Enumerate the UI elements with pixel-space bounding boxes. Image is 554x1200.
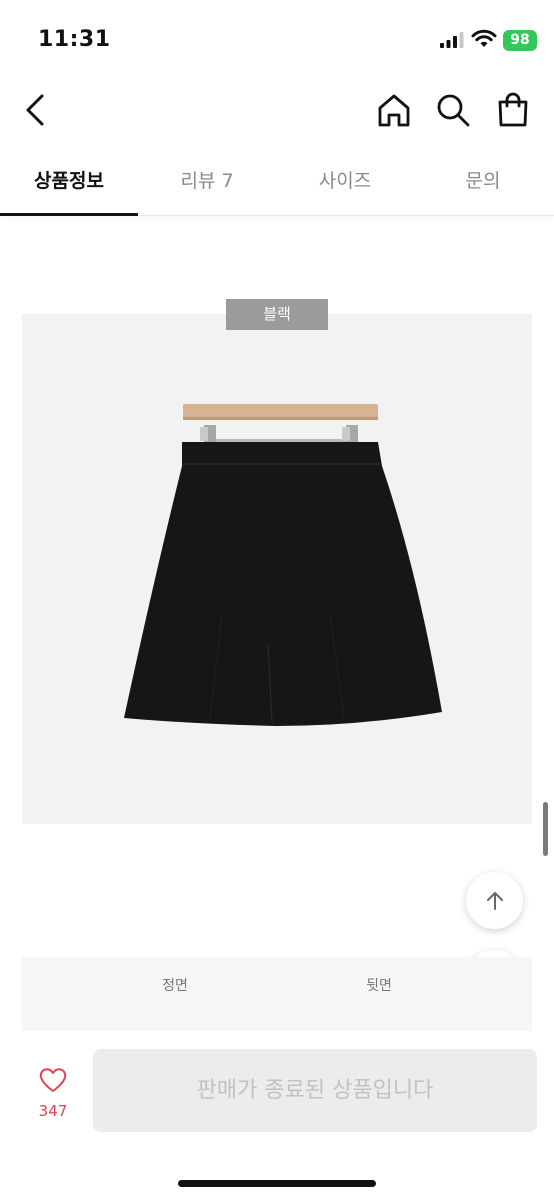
search-icon[interactable] bbox=[433, 90, 473, 130]
arrow-up-icon bbox=[487, 892, 503, 910]
home-icon[interactable] bbox=[374, 90, 414, 130]
tab-bar: 상품정보 리뷰 7 사이즈 문의 bbox=[0, 150, 554, 216]
shopping-bag-icon[interactable] bbox=[493, 90, 533, 130]
wifi-icon bbox=[471, 29, 497, 47]
status-bar: 11:31 98 bbox=[0, 0, 554, 80]
bottom-bar: 347 판매가 종료된 상품입니다 bbox=[0, 1040, 554, 1200]
status-time: 11:31 bbox=[38, 27, 111, 52]
tab-size[interactable]: 사이즈 bbox=[276, 150, 414, 216]
home-indicator bbox=[178, 1180, 376, 1187]
signal-icon bbox=[440, 32, 464, 48]
view-back-label: 뒷면 bbox=[366, 978, 392, 994]
chevron-left-icon[interactable] bbox=[16, 90, 56, 130]
tab-reviews[interactable]: 리뷰 7 bbox=[138, 150, 276, 216]
scroll-top-button[interactable] bbox=[466, 872, 523, 929]
app-header bbox=[0, 80, 554, 142]
color-label: 블랙 bbox=[226, 299, 328, 330]
skirt-illustration bbox=[124, 404, 442, 726]
like-button[interactable]: 347 bbox=[30, 1064, 76, 1124]
battery-indicator: 98 bbox=[503, 30, 537, 51]
like-count: 347 bbox=[38, 1102, 68, 1120]
heart-icon bbox=[39, 1068, 67, 1092]
view-strip: 정면 뒷면 bbox=[22, 957, 532, 1031]
tab-product-info[interactable]: 상품정보 bbox=[0, 150, 138, 216]
sold-out-button[interactable]: 판매가 종료된 상품입니다 bbox=[93, 1049, 537, 1132]
tab-inquiry[interactable]: 문의 bbox=[414, 150, 552, 216]
scroll-indicator[interactable] bbox=[543, 802, 548, 856]
product-image bbox=[22, 314, 532, 824]
view-front-label: 정면 bbox=[162, 978, 188, 994]
